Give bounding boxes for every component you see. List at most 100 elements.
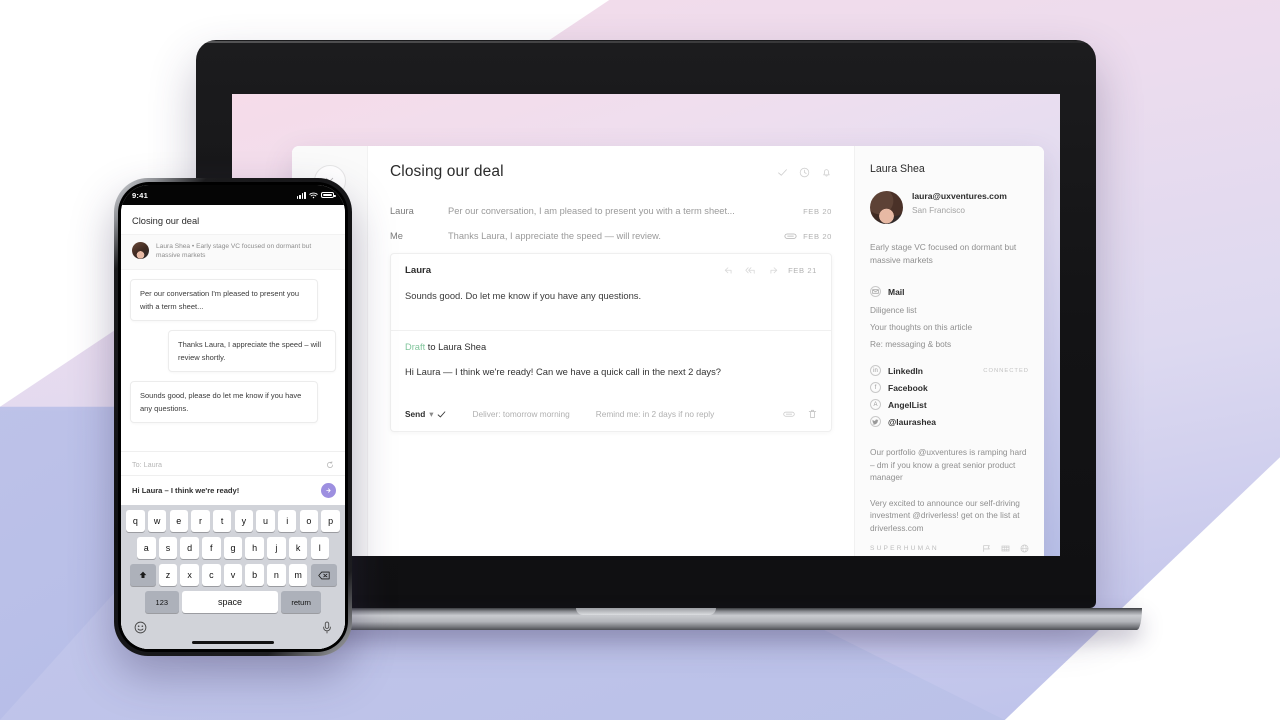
collapsed-message-row[interactable]: Me Thanks Laura, I appreciate the speed … [390, 224, 832, 249]
flag-icon[interactable] [982, 544, 991, 553]
message-meta: FEB 20 [784, 232, 832, 241]
microphone-icon[interactable] [322, 621, 332, 634]
mail-section-header: Mail [870, 286, 1029, 298]
mail-thread-item[interactable]: Your thoughts on this article [870, 321, 1029, 333]
key-r[interactable]: r [191, 510, 210, 532]
key-j[interactable]: j [267, 537, 286, 559]
message-snippet: Per our conversation, I am pleased to pr… [448, 206, 735, 216]
key-s[interactable]: s [158, 537, 178, 559]
social-row-angellist[interactable]: A AngelList [870, 399, 1029, 411]
key-h[interactable]: h [245, 537, 264, 559]
phone-message-list: Per our conversation I'm pleased to pres… [121, 270, 345, 451]
key-p[interactable]: p [321, 510, 340, 532]
grid-icon[interactable] [1001, 544, 1010, 553]
clock-icon[interactable] [799, 167, 810, 178]
paperclip-icon[interactable] [783, 410, 795, 418]
deliver-option[interactable]: Deliver: tomorrow morning [472, 409, 569, 419]
key-y[interactable]: y [234, 510, 254, 532]
key-w[interactable]: w [147, 510, 167, 532]
social-row-facebook[interactable]: f Facebook [870, 382, 1029, 394]
key-n[interactable]: n [267, 564, 286, 586]
key-q[interactable]: q [126, 510, 145, 532]
phone-contact-strip[interactable]: Laura Shea • Early stage VC focused on d… [121, 234, 345, 270]
key-a[interactable]: a [137, 537, 156, 559]
mail-thread-item[interactable]: Diligence list [870, 304, 1029, 316]
key-o[interactable]: o [299, 510, 319, 532]
message-bubble: Sounds good, please do let me know if yo… [130, 381, 318, 424]
phone-recipient-row[interactable]: To: Laura [121, 451, 345, 475]
send-button[interactable]: Send ▾ [405, 409, 446, 419]
contact-identity: laura@uxventures.com San Francisco [870, 191, 1029, 224]
mail-label: Mail [888, 286, 905, 297]
contact-name: Laura Shea [870, 163, 925, 175]
phone-compose-input[interactable]: Hi Laura – I think we're ready! [132, 486, 239, 495]
key-t[interactable]: t [212, 510, 232, 532]
draft-body-input[interactable]: Hi Laura — I think we're ready! Can we h… [405, 365, 817, 380]
key-u[interactable]: u [256, 510, 275, 532]
contact-email[interactable]: laura@uxventures.com [912, 191, 1007, 203]
key-e[interactable]: e [169, 510, 189, 532]
mail-thread-item[interactable]: Re: messaging & bots [870, 338, 1029, 350]
message-body: Sounds good. Do let me know if you have … [405, 290, 642, 301]
key-k[interactable]: k [288, 537, 308, 559]
key-d[interactable]: d [180, 537, 199, 559]
phone-device: 9:41 Closing our deal Laura Shea • Early… [114, 178, 352, 656]
draft-badge: Draft [405, 341, 426, 352]
key-x[interactable]: x [180, 564, 199, 586]
key-z[interactable]: z [158, 564, 178, 586]
contact-bio: Early stage VC focused on dormant but ma… [870, 242, 1017, 265]
avatar [870, 191, 903, 224]
mail-icon [870, 286, 881, 298]
send-arrow-icon [326, 488, 331, 493]
check-icon[interactable] [777, 167, 788, 178]
status-badge: CONNECTED [983, 367, 1029, 374]
reply-icon[interactable] [724, 266, 735, 275]
key-c[interactable]: c [202, 564, 221, 586]
attachment-icon [784, 233, 797, 239]
reply-all-icon[interactable] [745, 266, 757, 275]
social-row-linkedin[interactable]: in LinkedIn CONNECTED [870, 365, 1029, 377]
return-key[interactable]: return [281, 591, 322, 613]
email-app-window: Closing our deal Laura Per our conversat… [292, 146, 1044, 556]
social-row-twitter[interactable]: @laurashea [870, 416, 1029, 428]
key-i[interactable]: i [277, 510, 297, 532]
trash-icon[interactable] [808, 409, 817, 419]
keyboard-row-4: 123 space return [124, 591, 342, 613]
home-indicator[interactable] [192, 641, 274, 644]
contact-location: San Francisco [912, 204, 966, 215]
phone-to-label: To: Laura [132, 460, 162, 469]
globe-icon[interactable] [1020, 544, 1029, 553]
social-left: @laurashea [870, 416, 936, 428]
key-g[interactable]: g [223, 537, 243, 559]
send-button[interactable] [321, 483, 336, 498]
thread-header: Closing our deal [390, 163, 832, 181]
key-v[interactable]: v [223, 564, 243, 586]
check-icon [438, 411, 446, 418]
refresh-icon[interactable] [326, 460, 334, 469]
shift-key[interactable] [129, 564, 156, 586]
phone-compose-row[interactable]: Hi Laura – I think we're ready! [121, 475, 345, 505]
social-left: in LinkedIn [870, 365, 923, 377]
message-bubble: Per our conversation I'm pleased to pres… [130, 278, 318, 321]
backspace-key[interactable] [310, 564, 337, 586]
emoji-icon[interactable] [134, 621, 147, 634]
key-f[interactable]: f [202, 537, 221, 559]
keyboard-row-2: a s d f g h j k l [124, 537, 342, 559]
collapsed-message-row[interactable]: Laura Per our conversation, I am pleased… [390, 199, 832, 224]
forward-icon[interactable] [767, 266, 778, 275]
remind-option[interactable]: Remind me: in 2 days if no reply [596, 409, 715, 419]
draft-action-bar: Send ▾ Deliver: tomorrow morning Remind … [391, 379, 831, 431]
brand-wordmark: SUPERHUMAN [870, 545, 939, 552]
status-icons [296, 191, 336, 199]
space-key[interactable]: space [182, 591, 278, 613]
signal-bars-icon [296, 191, 306, 199]
tweet-item: Our portfolio @uxventures is ramping har… [870, 447, 1027, 483]
bell-icon[interactable] [821, 167, 832, 178]
message-sender: Me [390, 231, 403, 241]
social-label: LinkedIn [888, 365, 923, 376]
key-m[interactable]: m [288, 564, 308, 586]
key-l[interactable]: l [310, 537, 329, 559]
numeric-key[interactable]: 123 [144, 591, 179, 613]
key-b[interactable]: b [245, 564, 264, 586]
social-left: f Facebook [870, 382, 928, 394]
